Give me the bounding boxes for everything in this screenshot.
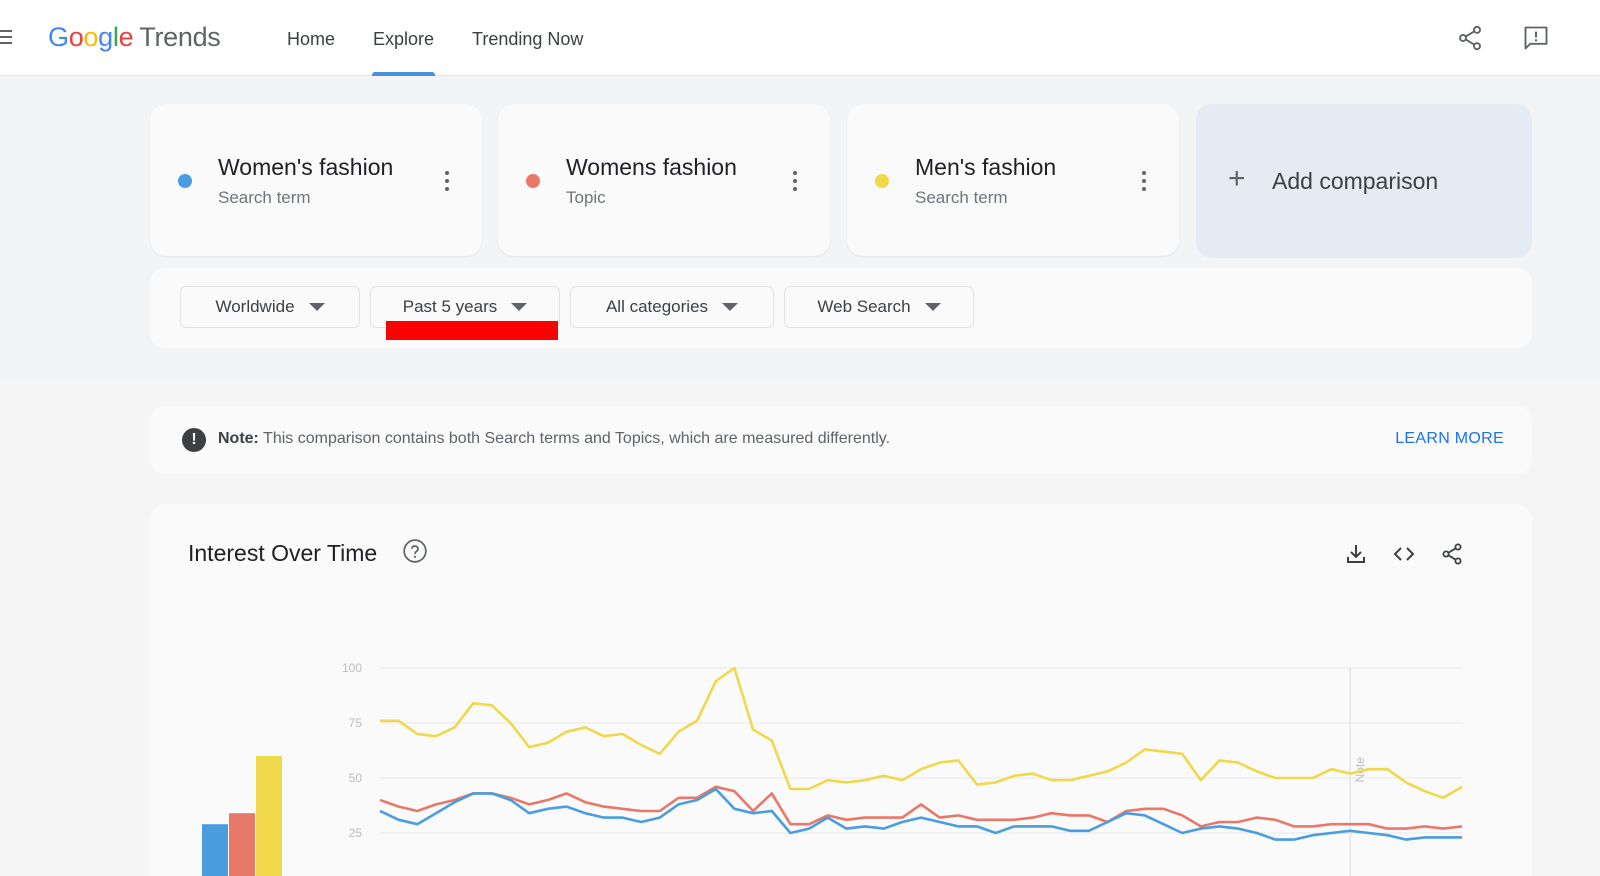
alert-icon: ! xyxy=(182,428,206,452)
learn-more-link[interactable]: LEARN MORE xyxy=(1395,430,1504,448)
note-text: Note: This comparison contains both Sear… xyxy=(218,430,890,448)
category-dropdown[interactable]: All categories xyxy=(570,286,774,328)
plus-icon: + xyxy=(1228,162,1246,195)
average-bar xyxy=(202,824,228,876)
logo-product: Trends xyxy=(139,22,221,52)
term-card-mens-fashion[interactable]: Men's fashion Search term xyxy=(847,104,1179,256)
top-bar: Google Trends Home Explore Trending Now xyxy=(0,0,1600,76)
average-bar xyxy=(256,756,282,876)
category-value: All categories xyxy=(605,297,709,316)
search-type-dropdown[interactable]: Web Search xyxy=(784,286,974,328)
term-card-womens-fashion-topic[interactable]: Womens fashion Topic xyxy=(498,104,830,256)
term-name: Men's fashion xyxy=(915,154,1057,180)
search-type-value: Web Search xyxy=(817,297,911,316)
average-bar xyxy=(229,813,255,876)
term-type: Search term xyxy=(218,188,311,207)
note-label: Note: xyxy=(218,430,259,447)
term-name: Women's fashion xyxy=(218,154,394,180)
more-vert-icon[interactable] xyxy=(1137,168,1151,194)
term-color-dot xyxy=(178,174,192,188)
tab-home[interactable]: Home xyxy=(268,0,354,76)
interest-over-time-panel: Interest Over Time 25 50 75 100 Note xyxy=(150,504,1532,876)
logo-brand: Google xyxy=(48,22,134,52)
y-tick-label: 50 xyxy=(349,771,363,785)
add-comparison-label: Add comparison xyxy=(1272,168,1439,194)
region-value: Worldwide xyxy=(215,297,295,316)
time-range-value: Past 5 years xyxy=(402,297,498,316)
caret-down-icon xyxy=(511,303,528,311)
y-tick-label: 100 xyxy=(342,661,362,675)
region-dropdown[interactable]: Worldwide xyxy=(180,286,360,328)
share-icon[interactable] xyxy=(1456,24,1484,52)
y-tick-label: 25 xyxy=(349,826,363,840)
term-name: Womens fashion xyxy=(566,154,737,180)
note-body: This comparison contains both Search ter… xyxy=(263,430,891,447)
google-trends-logo[interactable]: Google Trends xyxy=(48,22,221,53)
main-nav: Home Explore Trending Now xyxy=(268,0,602,76)
filter-bar: Worldwide Past 5 years All categories We… xyxy=(150,268,1532,348)
menu-icon[interactable] xyxy=(0,30,12,46)
term-type: Search term xyxy=(915,188,1008,207)
tab-trending-now[interactable]: Trending Now xyxy=(453,0,602,76)
measurement-note: ! Note: This comparison contains both Se… xyxy=(150,406,1532,474)
term-color-dot xyxy=(875,174,889,188)
feedback-icon[interactable] xyxy=(1522,24,1550,52)
term-card-womens-fashion[interactable]: Women's fashion Search term xyxy=(150,104,482,256)
caret-down-icon xyxy=(722,303,739,311)
series-line xyxy=(379,785,1463,830)
term-type: Topic xyxy=(566,188,606,207)
caret-down-icon xyxy=(924,303,941,311)
caret-down-icon xyxy=(308,303,325,311)
tab-explore[interactable]: Explore xyxy=(354,0,453,76)
term-color-dot xyxy=(526,174,540,188)
more-vert-icon[interactable] xyxy=(440,168,454,194)
red-highlight-bar xyxy=(386,321,558,340)
interest-chart: 255075100Note xyxy=(202,661,1463,876)
series-line xyxy=(379,787,1462,841)
more-vert-icon[interactable] xyxy=(788,168,802,194)
add-comparison-button[interactable]: + Add comparison xyxy=(1196,104,1532,258)
y-tick-label: 75 xyxy=(349,716,363,730)
